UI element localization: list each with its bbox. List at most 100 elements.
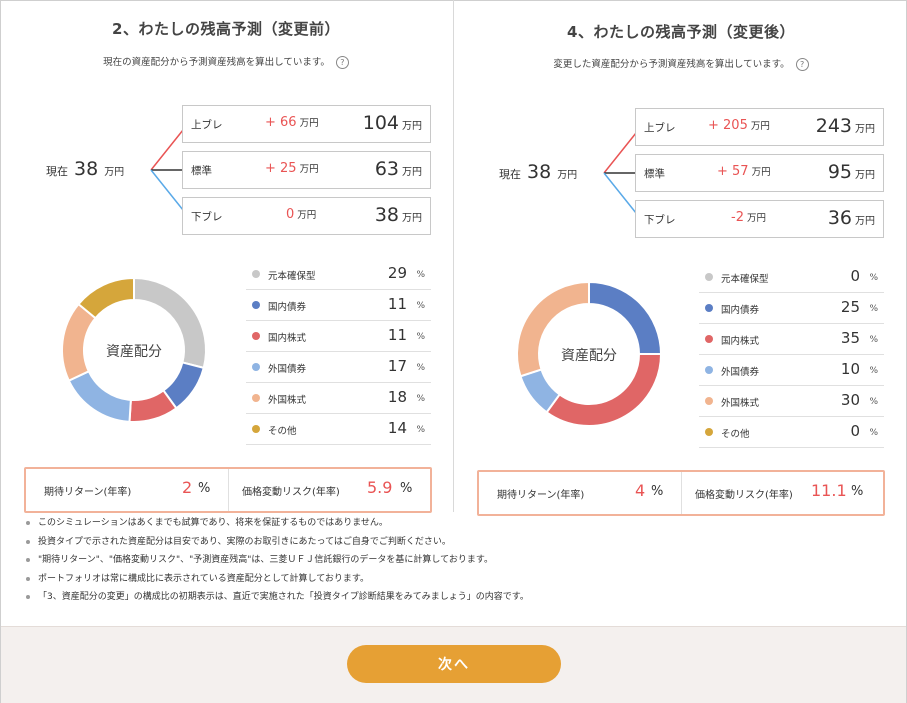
after-branch-lines — [603, 132, 637, 214]
forecast-value: 95 万円 — [827, 161, 875, 183]
forecast-label: 下ブレ — [644, 214, 676, 226]
forecast-value: 38 万円 — [374, 204, 422, 226]
forecast-delta: + 25 万円 — [265, 161, 319, 176]
note-item: "期待リターン"、"価格変動リスク"、"予測資産残高"は、三菱ＵＦＪ信託銀行のデ… — [26, 551, 529, 570]
circle-icon — [252, 394, 260, 402]
forecast-label: 上ブレ — [644, 122, 676, 134]
current-value: 38 — [527, 161, 552, 183]
circle-icon — [252, 332, 260, 340]
circle-icon — [705, 273, 713, 281]
circle-icon — [252, 363, 260, 371]
help-icon[interactable]: ? — [795, 58, 809, 71]
allocation-row: 国内債券 11% — [246, 290, 431, 321]
forecast-value: 104 万円 — [362, 112, 422, 134]
allocation-label: 外国株式 — [268, 395, 307, 406]
allocation-value: 29 — [387, 264, 407, 282]
forecast-delta: + 205 万円 — [708, 118, 770, 133]
allocation-label: 外国債券 — [268, 364, 307, 375]
allocation-label: 外国株式 — [721, 398, 760, 409]
allocation-label: 外国債券 — [721, 367, 760, 378]
forecast-delta: + 57 万円 — [717, 164, 771, 179]
allocation-percent: % — [416, 363, 425, 373]
current-label: 現在 — [499, 168, 521, 181]
allocation-percent: % — [416, 301, 425, 311]
allocation-row: 国内株式 35% — [699, 324, 884, 355]
allocation-value: 11 — [387, 326, 407, 344]
allocation-value: 14 — [387, 419, 407, 437]
allocation-label: 国内株式 — [721, 336, 760, 347]
circle-icon — [705, 304, 713, 312]
note-item: ポートフォリオは常に構成比に表示されている資産配分として計算しております。 — [26, 570, 529, 589]
allocation-percent: % — [869, 366, 878, 376]
metrics-divider — [228, 469, 229, 511]
allocation-row: 元本確保型 0% — [699, 262, 884, 293]
forecast-label: 上ブレ — [191, 119, 223, 131]
forecast-delta: 0 万円 — [286, 207, 317, 222]
after-forecast-lower: 下ブレ -2 万円 36 万円 — [635, 200, 884, 238]
expected-return-value: 2 — [182, 478, 193, 497]
risk-label: 価格変動リスク(年率) — [695, 490, 793, 501]
before-branch-lines — [150, 129, 184, 211]
forecast-value: 243 万円 — [815, 115, 875, 137]
expected-return-value: 4 — [635, 481, 646, 500]
circle-icon — [705, 397, 713, 405]
allocation-value: 0 — [850, 267, 860, 285]
circle-icon — [252, 301, 260, 309]
allocation-percent: % — [869, 335, 878, 345]
before-panel: 2、わたしの残高予測（変更前） 現在の資産配分から予測資産残高を算出しています。… — [0, 0, 452, 513]
risk-unit: % — [851, 484, 864, 499]
allocation-label: 元本確保型 — [721, 274, 769, 285]
after-forecast-standard: 標準 + 57 万円 95 万円 — [635, 154, 884, 192]
allocation-row: 外国債券 17% — [246, 352, 431, 383]
circle-icon — [705, 428, 713, 436]
circle-icon — [705, 366, 713, 374]
before-allocation-donut: 資産配分 — [50, 266, 218, 434]
note-item: 投資タイプで示された資産配分は目安であり、実際のお取引きにあたってはご自身でご判… — [26, 533, 529, 552]
expected-return-label: 期待リターン(年率) — [44, 487, 132, 498]
allocation-value: 10 — [840, 360, 860, 378]
forecast-delta: + 66 万円 — [265, 115, 319, 130]
after-metrics: 期待リターン(年率) 4 % 価格変動リスク(年率) 11.1 % — [477, 470, 885, 516]
circle-icon — [705, 335, 713, 343]
circle-icon — [252, 270, 260, 278]
allocation-value: 17 — [387, 357, 407, 375]
allocation-percent: % — [869, 304, 878, 314]
footer-bar: 次へ — [1, 626, 906, 703]
allocation-label: 国内債券 — [721, 305, 760, 316]
expected-return-unit: % — [198, 481, 211, 496]
allocation-value: 11 — [387, 295, 407, 313]
donut-slice — [67, 369, 132, 423]
allocation-percent: % — [416, 425, 425, 435]
forecast-label: 標準 — [191, 165, 212, 177]
allocation-label: 元本確保型 — [268, 271, 316, 282]
after-allocation-list: 元本確保型 0% 国内債券 25% 国内株式 35% 外国債券 10% 外国株式 30% その他 0% — [699, 262, 884, 448]
allocation-value: 35 — [840, 329, 860, 347]
before-subtitle: 現在の資産配分から予測資産残高を算出しています。? — [0, 54, 452, 69]
panel-divider — [453, 0, 454, 512]
donut-label: 資産配分 — [561, 348, 617, 364]
allocation-row: 国内株式 11% — [246, 321, 431, 352]
allocation-row: 元本確保型 29% — [246, 259, 431, 290]
risk-unit: % — [400, 481, 413, 496]
allocation-percent: % — [869, 428, 878, 438]
allocation-value: 0 — [850, 422, 860, 440]
allocation-value: 18 — [387, 388, 407, 406]
risk-value: 11.1 — [811, 481, 847, 500]
donut-slice — [77, 276, 135, 320]
circle-icon — [252, 425, 260, 433]
before-subtitle-text: 現在の資産配分から予測資産残高を算出しています。 — [103, 57, 330, 68]
current-unit: 万円 — [557, 170, 578, 181]
allocation-row: 外国株式 30% — [699, 386, 884, 417]
allocation-value: 25 — [840, 298, 860, 316]
help-icon[interactable]: ? — [335, 56, 349, 69]
after-panel: 4、わたしの残高予測（変更後） 変更した資産配分から予測資産残高を算出しています… — [455, 0, 907, 516]
donut-label: 資産配分 — [106, 344, 162, 360]
allocation-label: その他 — [721, 429, 750, 440]
risk-label: 価格変動リスク(年率) — [242, 487, 340, 498]
allocation-percent: % — [416, 394, 425, 404]
next-button[interactable]: 次へ — [347, 645, 561, 683]
after-current: 現在 38 万円 — [499, 161, 577, 183]
before-title: 2、わたしの残高予測（変更前） — [112, 20, 340, 38]
forecast-value: 63 万円 — [374, 158, 422, 180]
before-forecast-standard: 標準 + 25 万円 63 万円 — [182, 151, 431, 189]
